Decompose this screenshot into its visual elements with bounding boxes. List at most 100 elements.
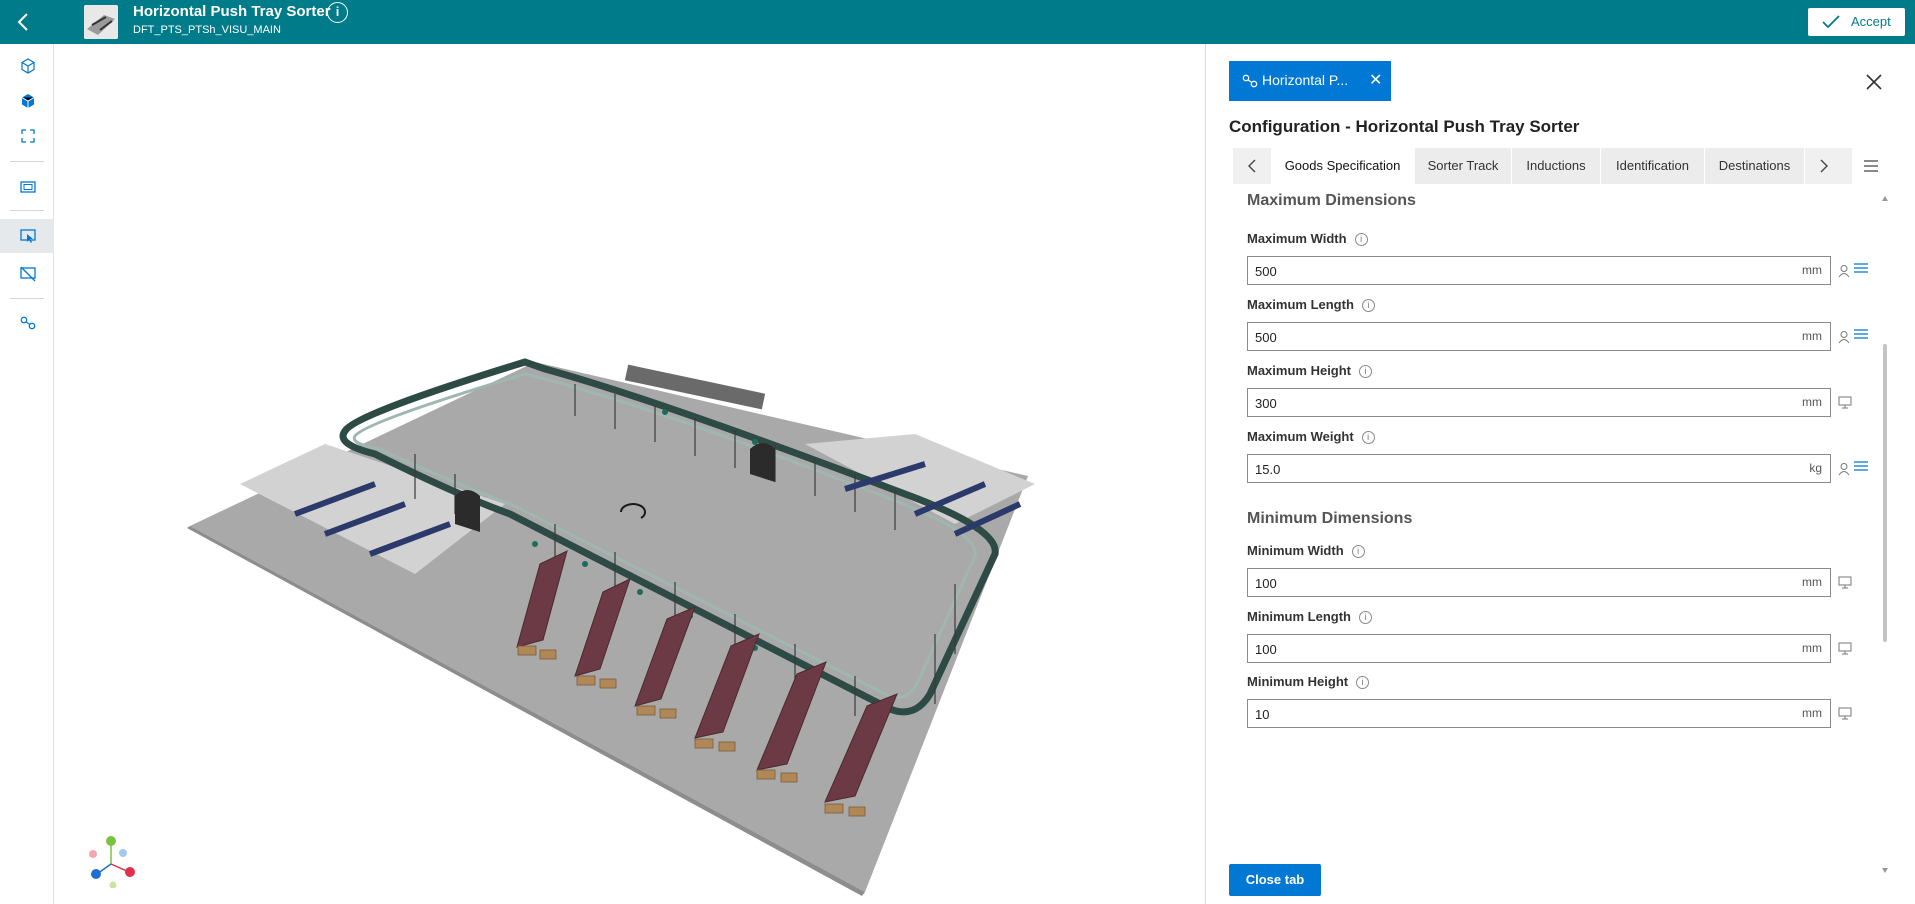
maximum-length-label-text: Maximum Length [1247, 297, 1354, 312]
3d-viewport[interactable] [55, 44, 1205, 904]
info-icon[interactable]: i [1361, 431, 1375, 444]
tab-sorter-track[interactable]: Sorter Track [1415, 148, 1512, 184]
list-icon[interactable] [1854, 460, 1868, 472]
maximum-height-input[interactable]: 300 mm [1247, 388, 1831, 417]
app-header: Horizontal Push Tray Sorter DFT_PTS_PTSh… [0, 0, 1915, 44]
minimum-height-unit: mm [1802, 706, 1822, 720]
monitor-icon[interactable] [1838, 707, 1852, 720]
minimum-width-label-text: Minimum Width [1247, 543, 1344, 558]
maximum-weight-value: 15.0 [1255, 462, 1281, 477]
user-icon[interactable] [1838, 462, 1850, 476]
cube-outline-icon[interactable] [0, 49, 54, 83]
tab-destinations[interactable]: Destinations [1705, 148, 1805, 184]
tab-bar: Goods Specification Sorter Track Inducti… [1233, 148, 1890, 184]
maximum-width-label-text: Maximum Width [1247, 231, 1347, 246]
minimum-width-input[interactable]: 100 mm [1247, 568, 1831, 597]
checkmark-icon [1822, 15, 1840, 29]
minimum-length-label-text: Minimum Length [1247, 609, 1351, 624]
info-icon[interactable]: i [1359, 611, 1372, 624]
document-tab-label: Horizontal P... [1262, 72, 1349, 88]
tab-scroll-left-button[interactable] [1233, 148, 1271, 184]
chevron-right-icon [1820, 159, 1828, 173]
scroll-down-icon[interactable] [1882, 868, 1888, 873]
minimum-height-label: Minimum Height i [1247, 674, 1370, 689]
hamburger-menu-icon [1864, 160, 1878, 172]
maximum-weight-actions [1838, 460, 1878, 482]
maximum-length-value: 500 [1255, 330, 1277, 345]
toolbar-divider [10, 210, 44, 211]
maximum-length-label: Maximum Length i [1247, 297, 1375, 312]
maximum-width-input[interactable]: 500 mm [1247, 256, 1831, 285]
maximum-length-unit: mm [1802, 329, 1822, 343]
minimum-width-value: 100 [1255, 576, 1277, 591]
minimum-width-label: Minimum Width i [1247, 543, 1365, 558]
maximum-height-label-text: Maximum Height [1247, 363, 1352, 378]
left-toolbar [0, 44, 54, 904]
user-icon[interactable] [1838, 264, 1850, 278]
user-icon[interactable] [1838, 330, 1850, 344]
maximum-height-value: 300 [1255, 396, 1277, 411]
tab-inductions[interactable]: Inductions [1512, 148, 1601, 184]
minimum-length-label: Minimum Length i [1247, 609, 1372, 624]
info-icon[interactable]: i [1361, 299, 1375, 312]
info-icon[interactable]: i [1354, 233, 1368, 246]
panel-title: Configuration - Horizontal Push Tray Sor… [1229, 117, 1580, 136]
axis-triad-icon[interactable] [83, 832, 139, 888]
document-tab[interactable]: Horizontal P... ✕ [1229, 61, 1391, 101]
minimum-width-unit: mm [1802, 575, 1822, 589]
fit-view-icon[interactable] [0, 119, 54, 153]
tab-identification[interactable]: Identification [1601, 148, 1705, 184]
maximum-width-label: Maximum Width i [1247, 231, 1368, 246]
chevron-left-icon [1248, 159, 1256, 173]
close-icon[interactable] [1862, 70, 1886, 94]
maximum-height-unit: mm [1802, 395, 1822, 409]
info-icon[interactable]: i [1356, 676, 1370, 689]
minimum-width-actions [1838, 576, 1878, 596]
monitor-icon[interactable] [1838, 576, 1852, 589]
maximum-weight-label-text: Maximum Weight [1247, 429, 1354, 444]
connections-icon[interactable] [0, 306, 54, 340]
monitor-icon[interactable] [1838, 642, 1852, 655]
minimum-length-unit: mm [1802, 641, 1822, 655]
frame-icon[interactable] [0, 170, 54, 204]
close-tab-button[interactable]: Close tab [1229, 864, 1321, 896]
info-icon[interactable]: i [327, 2, 348, 23]
scroll-up-icon[interactable] [1882, 196, 1888, 201]
tab-menu-button[interactable] [1852, 148, 1890, 184]
scrollbar-thumb[interactable] [1883, 344, 1887, 642]
maximum-dimensions-heading: Maximum Dimensions [1247, 192, 1416, 209]
page-title: Horizontal Push Tray Sorter [133, 3, 331, 20]
minimum-height-input[interactable]: 10 mm [1247, 699, 1831, 728]
minimum-height-actions [1838, 707, 1878, 727]
model-thumbnail [84, 5, 118, 39]
list-icon[interactable] [1854, 262, 1868, 274]
close-icon[interactable]: ✕ [1369, 70, 1382, 90]
minimum-length-value: 100 [1255, 642, 1277, 657]
info-icon[interactable]: i [1351, 545, 1365, 558]
select-view-icon[interactable] [0, 219, 54, 253]
toolbar-divider [10, 161, 44, 162]
minimum-height-label-text: Minimum Height [1247, 674, 1349, 689]
back-arrow-icon[interactable] [12, 10, 36, 34]
tab-scroll-right-button[interactable] [1805, 148, 1843, 184]
maximum-width-unit: mm [1802, 263, 1822, 277]
tab-goods-specification[interactable]: Goods Specification [1271, 148, 1415, 184]
monitor-icon[interactable] [1838, 396, 1852, 409]
minimum-length-input[interactable]: 100 mm [1247, 634, 1831, 663]
maximum-weight-label: Maximum Weight i [1247, 429, 1375, 444]
accept-button[interactable]: Accept [1808, 8, 1905, 36]
cube-solid-icon[interactable] [0, 84, 54, 118]
sorter-3d-model[interactable] [55, 44, 1205, 904]
goods-specification-form: Maximum Dimensions Maximum Width i 500 mm … [1233, 186, 1890, 834]
list-icon[interactable] [1854, 328, 1868, 340]
info-icon[interactable]: i [1359, 365, 1373, 378]
accept-label: Accept [1851, 14, 1891, 29]
hide-view-icon[interactable] [0, 257, 54, 291]
maximum-weight-input[interactable]: 15.0 kg [1247, 454, 1831, 483]
toolbar-divider [10, 298, 44, 299]
maximum-width-value: 500 [1255, 264, 1277, 279]
maximum-length-input[interactable]: 500 mm [1247, 322, 1831, 351]
maximum-width-actions [1838, 262, 1878, 284]
form-scrollbar[interactable] [1882, 196, 1888, 873]
configuration-panel: Horizontal P... ✕ Configuration - Horizo… [1205, 44, 1915, 904]
